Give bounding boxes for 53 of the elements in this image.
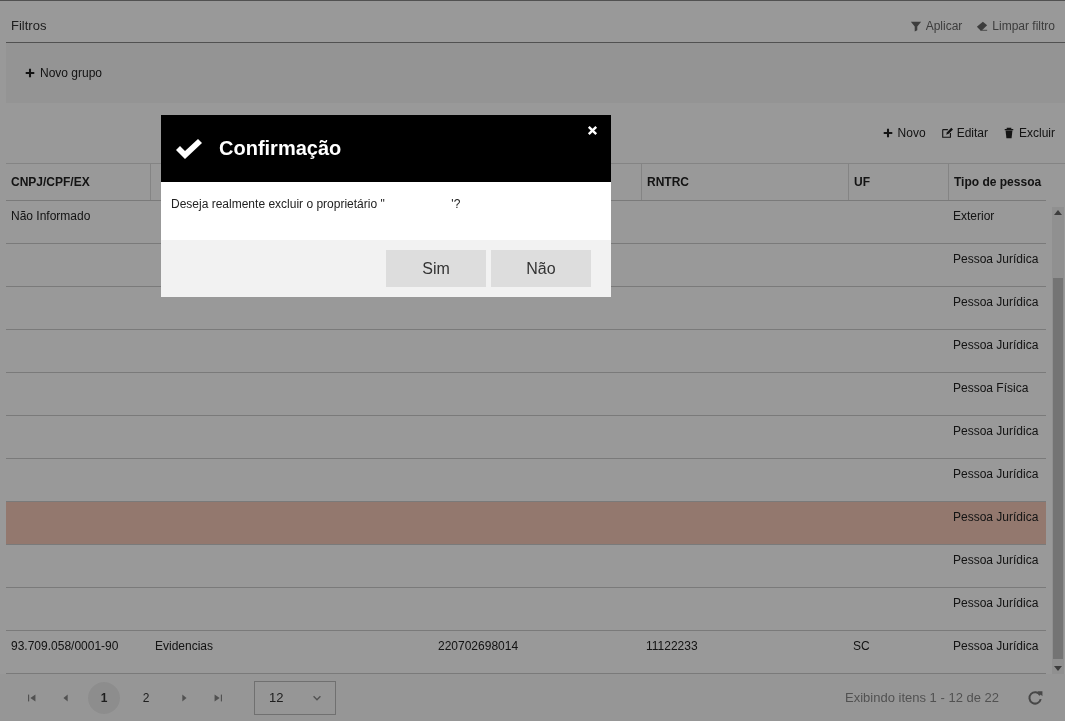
new-button[interactable]: Novo [881, 126, 926, 140]
column-header[interactable]: UF [854, 175, 870, 189]
scrollbar[interactable] [1052, 207, 1064, 674]
scrollbar-thumb[interactable] [1053, 278, 1063, 659]
table-cell: Evidencias [155, 639, 214, 653]
table-row[interactable]: Pessoa Jurídica [6, 416, 1046, 459]
table-cell: Pessoa Jurídica [953, 424, 1039, 438]
edit-icon [940, 127, 953, 139]
trash-icon [1003, 127, 1015, 139]
apply-button[interactable]: Aplicar [909, 18, 963, 33]
table-row[interactable]: Pessoa Jurídica [6, 330, 1046, 373]
close-icon[interactable] [586, 124, 599, 137]
table-row[interactable]: Pessoa Física [6, 373, 1046, 416]
table-cell: Pessoa Jurídica [953, 338, 1039, 352]
dialog-title: Confirmação [219, 137, 342, 160]
new-group-button[interactable]: Novo grupo [24, 66, 103, 80]
table-cell: SC [853, 639, 870, 653]
table-cell: Pessoa Jurídica [953, 596, 1039, 610]
table-row[interactable]: Pessoa Jurídica [6, 588, 1046, 631]
table-cell: Pessoa Física [953, 381, 1029, 395]
table-cell: Pessoa Jurídica [953, 553, 1039, 567]
table-cell: Pessoa Jurídica [953, 467, 1039, 481]
plus-icon [24, 67, 36, 79]
dialog-message: Deseja realmente excluir o proprietário " '? [171, 197, 462, 211]
clear-filter-button[interactable]: Limpar filtro [976, 18, 1055, 33]
column-header[interactable]: RNTRC [647, 175, 689, 189]
table-cell: Pessoa Jurídica [953, 295, 1039, 309]
table-row[interactable]: Pessoa Jurídica [6, 545, 1046, 588]
scroll-up-icon[interactable] [1054, 210, 1062, 215]
table-cell: 11122233 [646, 639, 698, 653]
page-button[interactable]: 1 [88, 681, 120, 714]
yes-button[interactable]: Sim [386, 250, 486, 287]
page-size-select[interactable]: 12 [254, 680, 336, 715]
table-cell: Não Informado [11, 209, 91, 223]
table-cell: Pessoa Jurídica [953, 252, 1039, 266]
plus-icon [881, 127, 894, 139]
filter-icon [909, 19, 922, 32]
table-row[interactable]: Pessoa Jurídica [6, 502, 1046, 545]
column-header[interactable]: Tipo de pessoa [954, 175, 1042, 189]
no-button[interactable]: Não [491, 250, 591, 287]
pagination-summary: Exibindo itens 1 - 12 de 22 [845, 690, 999, 705]
eraser-icon [976, 19, 989, 32]
section-title: Filtros [11, 18, 47, 33]
table-cell: Exterior [953, 209, 995, 223]
table-cell: Pessoa Jurídica [953, 510, 1039, 524]
table-cell: 93.709.058/0001-90 [11, 639, 119, 653]
page-button[interactable]: 2 [130, 681, 162, 714]
refresh-icon[interactable] [1027, 689, 1043, 706]
table-cell: 220702698014 [438, 639, 519, 653]
column-header[interactable]: CNPJ/CPF/EX [11, 175, 90, 189]
delete-button[interactable]: Excluir [1003, 126, 1055, 140]
edit-button[interactable]: Editar [940, 126, 988, 140]
table-cell: Pessoa Jurídica [953, 639, 1039, 653]
